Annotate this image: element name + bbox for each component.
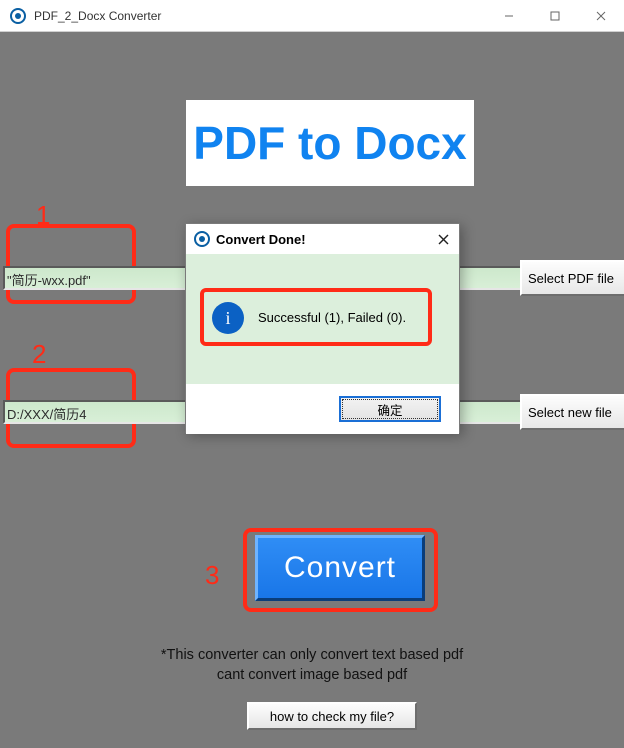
convert-button[interactable]: Convert [255,535,425,601]
select-output-label: Select new file [528,405,612,420]
howto-label: how to check my file? [270,709,394,724]
dialog-body: i Successful (1), Failed (0). [186,254,459,384]
select-pdf-button[interactable]: Select PDF file [520,260,624,296]
dialog-close-button[interactable] [431,228,455,250]
minimize-button[interactable] [486,0,532,32]
note-line-2: cant convert image based pdf [0,666,624,686]
select-pdf-label: Select PDF file [528,271,614,286]
annotation-number-2: 2 [32,339,46,370]
logo-box: PDF to Docx [186,100,474,186]
annotation-number-3: 3 [205,560,219,591]
select-output-button[interactable]: Select new file [520,394,624,430]
dialog-titlebar: Convert Done! [186,224,459,254]
note-text: *This converter can only convert text ba… [0,646,624,685]
pdf-source-value: "简历-wxx.pdf" [7,270,91,289]
convert-label: Convert [284,551,396,585]
note-line-1: *This converter can only convert text ba… [0,646,624,666]
window-title: PDF_2_Docx Converter [34,9,161,23]
close-button[interactable] [578,0,624,32]
howto-button[interactable]: how to check my file? [247,702,417,730]
annotation-box-dialog [200,288,432,346]
app-icon [10,8,26,24]
window-controls [486,0,624,32]
convert-done-dialog: Convert Done! i Successful (1), Failed (… [185,223,460,433]
dialog-ok-button[interactable]: 确定 [339,396,441,422]
dialog-ok-label: 确定 [377,400,402,419]
dialog-footer: 确定 [186,384,459,434]
logo-text: PDF to Docx [193,116,466,170]
output-path-value: D:/XXX/简历4 [7,404,86,423]
titlebar: PDF_2_Docx Converter [0,0,624,32]
main-area: PDF to Docx 1 "简历-wxx.pdf" Select PDF fi… [0,32,624,748]
close-icon [438,234,449,245]
dialog-title: Convert Done! [216,232,306,247]
maximize-button[interactable] [532,0,578,32]
dialog-app-icon [194,231,210,247]
